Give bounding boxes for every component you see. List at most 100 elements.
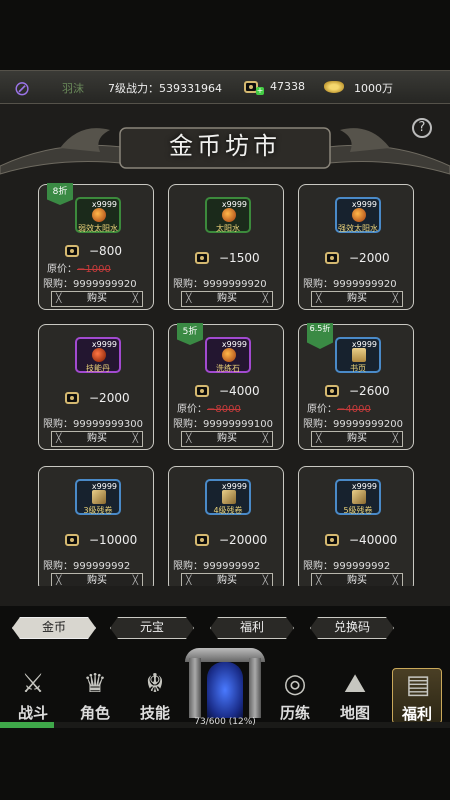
buy-button[interactable]: 购买	[181, 291, 273, 307]
item-image-icon	[352, 490, 366, 504]
purchase-limit: 限购：99999999300	[43, 419, 143, 430]
item-name: 4级残卷	[213, 506, 243, 515]
buy-button[interactable]: 购买	[51, 291, 143, 307]
gold-coin-icon	[325, 534, 339, 546]
discount-badge: 8折	[47, 183, 73, 205]
item-name: 太阳水	[216, 224, 240, 233]
item-icon-frame[interactable]: x9999 洗练石	[205, 337, 251, 373]
nav-skills[interactable]: ☬ 技能	[130, 668, 180, 724]
buy-button[interactable]: 购买	[181, 431, 273, 447]
item-name: 3级残卷	[83, 506, 113, 515]
crossed-swords-icon: ⚔	[21, 669, 45, 699]
treasure-chest-icon: ▤	[405, 670, 431, 700]
help-icon[interactable]: ?	[412, 118, 432, 138]
item-name: 洗练石	[216, 364, 240, 373]
player-name: 羽沫	[62, 82, 84, 95]
item-icon-frame[interactable]: x9999 书页	[335, 337, 381, 373]
buy-button[interactable]: 购买	[311, 573, 403, 586]
shop-item-card: x9999 强效太阳水 −2000限购：9999999920购买	[298, 184, 414, 310]
portal-gate-button[interactable]	[185, 648, 265, 718]
buy-button[interactable]: 购买	[51, 431, 143, 447]
swirl-icon: ◎	[283, 669, 307, 699]
purchase-limit: 限购：999999992	[43, 561, 131, 572]
shop-item-card: x9999 3级残卷 −10000限购：999999992购买	[38, 466, 154, 586]
shop-item-card: x9999 书页 6.5折 −2600 原价：−4000 限购：99999999200…	[298, 323, 414, 450]
gate-pillar-right	[249, 658, 261, 718]
purchase-limit: 限购：9999999920	[303, 279, 397, 290]
gold-coin-icon	[195, 385, 209, 397]
item-icon-frame[interactable]: x9999 4级残卷	[205, 479, 251, 515]
item-name: 强效太阳水	[338, 224, 378, 233]
tab-welfare[interactable]: 福利	[210, 617, 294, 639]
item-image-icon	[222, 208, 236, 222]
top-status-bar: ⊘ 羽沫 7级战力：539331964 + 47338 1000万	[0, 70, 450, 104]
yuanbao-ingot-icon	[324, 81, 344, 93]
shop-item-grid: x9999 弱效太阳水 8折−800原价：−1000限购：9999999920购…	[34, 176, 420, 586]
gold-coin-icon	[65, 245, 79, 257]
shop-item-card: x9999 5级残卷 −40000限购：999999992购买	[298, 466, 414, 586]
item-image-icon	[92, 348, 106, 362]
nav-welfare[interactable]: ▤ 福利	[392, 668, 442, 724]
original-price: 原价：−8000	[177, 404, 241, 415]
buy-button[interactable]: 购买	[51, 573, 143, 586]
item-name: 技能丹	[86, 364, 110, 373]
gold-coin-icon	[65, 534, 79, 546]
skill-flame-icon: ☬	[145, 669, 165, 699]
purchase-limit: 限购：99999999200	[303, 419, 403, 430]
shop-item-card: x9999 弱效太阳水 8折−800原价：−1000限购：9999999920购…	[38, 183, 154, 310]
item-icon-frame[interactable]: x9999 弱效太阳水	[75, 197, 121, 233]
gold-coin-icon	[195, 252, 209, 264]
add-gold-button[interactable]: +	[256, 87, 264, 95]
item-icon-frame[interactable]: x9999 技能丹	[75, 337, 121, 373]
purchase-limit: 限购：999999992	[173, 561, 261, 572]
item-image-icon	[352, 208, 366, 222]
nav-character[interactable]: ♛ 角色	[70, 668, 120, 724]
item-image-icon	[222, 348, 236, 362]
original-price: 原价：−1000	[47, 264, 111, 275]
item-icon-frame[interactable]: x9999 强效太阳水	[335, 197, 381, 233]
nav-map[interactable]: ⛰ 地图	[330, 668, 380, 724]
tab-yuanbao[interactable]: 元宝	[110, 617, 194, 639]
item-icon-frame[interactable]: x9999 5级残卷	[335, 479, 381, 515]
buy-button[interactable]: 购买	[311, 431, 403, 447]
guild-emblem-icon[interactable]: ⊘	[10, 77, 34, 99]
item-image-icon	[352, 348, 366, 362]
item-icon-frame[interactable]: x9999 太阳水	[205, 197, 251, 233]
item-image-icon	[92, 208, 106, 222]
buy-button[interactable]: 购买	[181, 573, 273, 586]
original-price: 原价：−4000	[307, 404, 371, 415]
experience-text: 73/600 (12%)	[194, 717, 256, 727]
gate-pillar-left	[189, 658, 201, 718]
gold-coin-icon	[65, 392, 79, 404]
item-name: 5级残卷	[343, 506, 373, 515]
character-helmet-icon: ♛	[83, 669, 107, 699]
shop-item-card: x9999 4级残卷 −20000限购：999999992购买	[168, 466, 284, 586]
blue-portal-icon	[207, 662, 243, 718]
purchase-limit: 限购：999999992	[303, 561, 391, 572]
item-name: 书页	[350, 364, 366, 373]
gold-coin-icon	[195, 534, 209, 546]
shop-title: 金币坊市	[169, 132, 281, 160]
map-castle-icon: ⛰	[344, 669, 366, 699]
gold-amount: 47338	[270, 80, 305, 93]
discount-badge: 5折	[177, 323, 203, 345]
gold-coin-icon	[325, 385, 339, 397]
item-name: 弱效太阳水	[78, 224, 118, 233]
tab-gold[interactable]: 金币	[12, 617, 96, 639]
nav-battle[interactable]: ⚔ 战斗	[8, 668, 58, 724]
discount-badge: 6.5折	[307, 323, 333, 349]
item-icon-frame[interactable]: x9999 3级残卷	[75, 479, 121, 515]
item-image-icon	[222, 490, 236, 504]
buy-button[interactable]: 购买	[311, 291, 403, 307]
yuanbao-amount: 1000万	[354, 82, 393, 95]
tab-redeem-code[interactable]: 兑换码	[310, 617, 394, 639]
nav-training[interactable]: ◎ 历练	[270, 668, 320, 724]
purchase-limit: 限购：9999999920	[43, 279, 137, 290]
combat-power: 7级战力：539331964	[108, 82, 222, 95]
purchase-limit: 限购：9999999920	[173, 279, 267, 290]
purchase-limit: 限购：99999999100	[173, 419, 273, 430]
shop-item-card: x9999 技能丹 −2000限购：99999999300购买	[38, 324, 154, 450]
shop-item-card: x9999 洗练石 5折−4000原价：−8000限购：99999999100购…	[168, 323, 284, 450]
gold-coin-icon	[325, 252, 339, 264]
item-image-icon	[92, 490, 106, 504]
